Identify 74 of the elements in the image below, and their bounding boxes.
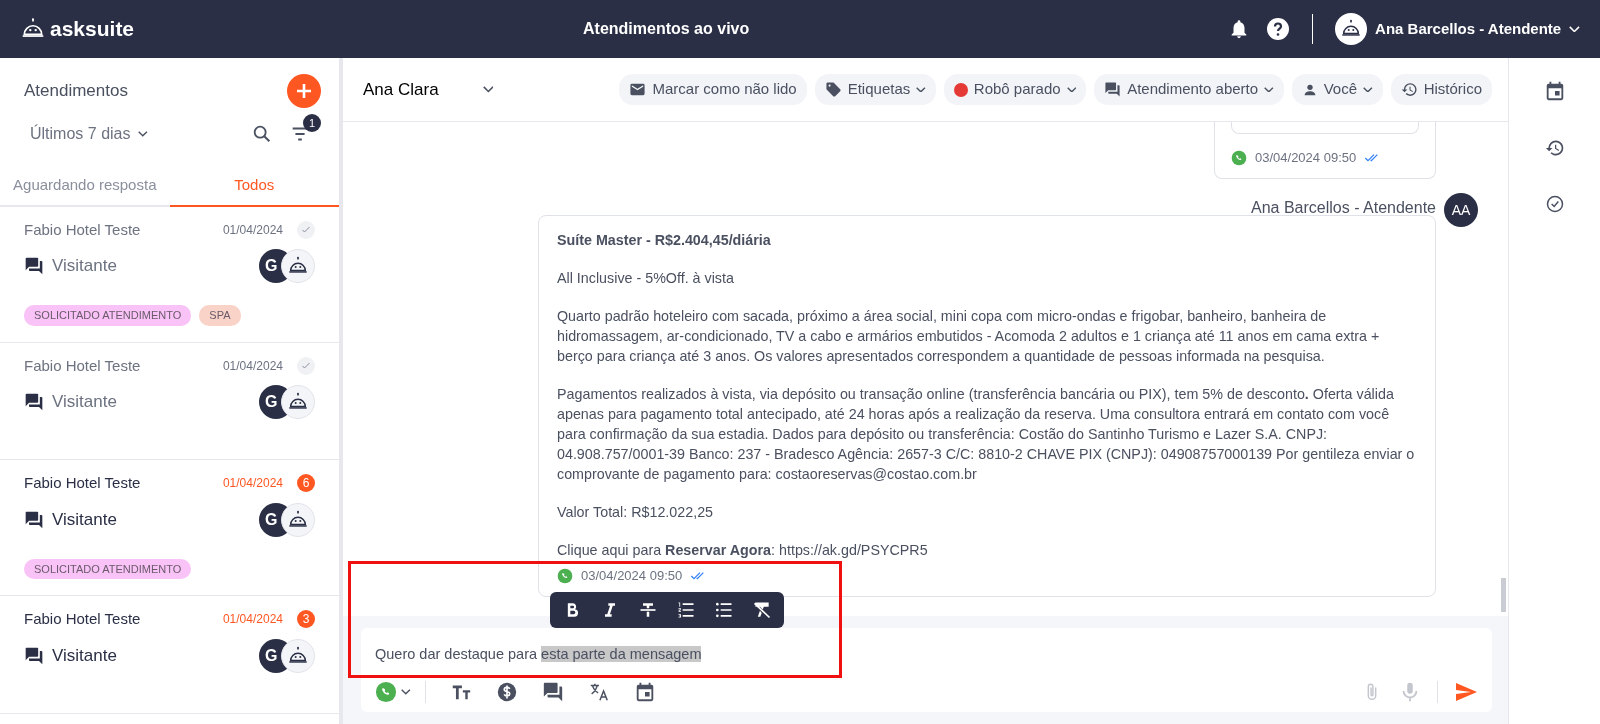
- chat-icon: [24, 509, 44, 530]
- filter-count-badge: 1: [303, 114, 321, 132]
- plus-icon: [296, 83, 312, 99]
- tag-icon: [824, 81, 842, 98]
- history-icon[interactable]: [1544, 138, 1565, 158]
- caret-icon: [482, 86, 494, 93]
- conversation-date: 01/04/2024: [222, 221, 283, 239]
- message-paragraph: Clique aqui para Reservar Agora: https://ak.gd/PSYCPR5: [557, 541, 929, 560]
- sidebar-title: Atendimentos: [24, 80, 128, 103]
- search-icon[interactable]: [251, 123, 273, 145]
- message-paragraph: Valor Total: R$12.022,25: [557, 503, 715, 522]
- channel-label: Visitante: [52, 644, 117, 667]
- contact-name: Fabio Hotel Teste: [24, 609, 142, 629]
- logo-text: asksuite: [50, 16, 135, 43]
- send-icon[interactable]: [1454, 680, 1478, 704]
- message-title: Suíte Master - R$2.404,45/diária: [557, 231, 772, 250]
- toolbar-action-button[interactable]: Etiquetas: [814, 74, 936, 105]
- unread-count-badge: 3: [297, 610, 315, 629]
- history-icon: [1400, 81, 1418, 98]
- contact-name: Fabio Hotel Teste: [24, 219, 142, 240]
- numbered-list-icon[interactable]: [676, 600, 696, 621]
- bot-avatar: [281, 385, 315, 419]
- mail-icon: [629, 81, 647, 98]
- channel-label: Visitante: [52, 255, 117, 278]
- toolbar-action-button[interactable]: Você: [1291, 74, 1383, 105]
- whatsapp-icon: [1231, 150, 1247, 166]
- chat-icon: [24, 645, 44, 666]
- message-time: 03/04/2024 09:50: [1255, 149, 1357, 167]
- quick-reply-icon[interactable]: [541, 681, 564, 703]
- message-paragraph: Quarto padrão hoteleiro com sacada, próximo a área social, mini copa com micro-ondas e frigobar, banheiro, banheira de hidromassagem, ar-condicionado, TV a cabo e armários embutidos - Acomoda 2 adultos e 1 criança até 11 anos em cama extra + berço para criança até 3 anos. Os valores apresentados correspondem a quantidade de pessoas informada na pesquisa.: [557, 307, 1381, 366]
- page-title: Atendimentos ao vivo: [583, 20, 750, 37]
- toolbar-action-button[interactable]: Marcar como não lido: [619, 74, 807, 105]
- conversation-tag: SOLICITADO ATENDIMENTO: [24, 305, 192, 326]
- chat-icon: [1104, 81, 1122, 98]
- bot-avatar: [281, 249, 315, 283]
- contact-name: Fabio Hotel Teste: [24, 473, 142, 493]
- read-check-icon: [297, 220, 315, 239]
- dollar-icon[interactable]: [495, 681, 518, 703]
- unread-count-badge: 6: [297, 474, 315, 493]
- message-paragraph: All Inclusive - 5%Off. à vista: [557, 269, 735, 288]
- toolbar-action-button[interactable]: Atendimento aberto: [1094, 74, 1284, 105]
- chat-icon: [24, 392, 44, 412]
- chat-icon: [24, 256, 44, 276]
- whatsapp-icon: [557, 568, 573, 584]
- new-conversation-button[interactable]: [287, 74, 321, 108]
- scrollbar-thumb[interactable]: [1501, 578, 1506, 613]
- conversation-date: 01/04/2024: [222, 475, 283, 493]
- caret-icon: [401, 689, 411, 695]
- whatsapp-icon: [375, 681, 397, 703]
- sender-avatar: AA: [1444, 193, 1478, 227]
- check-circle-icon[interactable]: [1544, 194, 1565, 214]
- user-menu[interactable]: Ana Barcellos - Atendente: [1335, 13, 1580, 45]
- conversation-tag: SOLICITADO ATENDIMENTO: [24, 558, 192, 579]
- period-dropdown[interactable]: Últimos 7 dias: [30, 122, 149, 146]
- message-paragraph: Pagamentos realizados à vista, via depósito ou transação online (transferência bancária ou PIX), tem 5% de desconto. Oferta válida apenas para pagamento total antecipado, até 24 horas após a realização da reserva. Uma consultora entrará em contato com você para confirmação da sua estadia. Dados para depósito ou transferência: Costão do Santinho Turismo e Lazer S.A. CNPJ: 04.908.757/0001-39 Banco: 237 - Bradesco Agência: 2657-3 C/C: 8810-2 CHAVE PIX (CNPJ): 04908757000139 Por gentileza enviar o comprovante de pagamento para: costaoreservas@costao.com.br: [557, 385, 1416, 484]
- sender-name: Ana Barcellos - Atendente: [1251, 198, 1436, 218]
- help-icon[interactable]: [1266, 17, 1291, 41]
- channel-label: Visitante: [52, 508, 117, 531]
- channel-label: Visitante: [52, 391, 117, 414]
- message-time: 03/04/2024 09:50: [581, 567, 683, 585]
- toolbar-action-button[interactable]: Histórico: [1390, 74, 1492, 105]
- read-check-icon: [297, 356, 315, 375]
- caret-icon: [1569, 25, 1580, 33]
- caret-icon: [138, 131, 149, 137]
- contact-dropdown[interactable]: Ana Clara: [363, 76, 494, 103]
- bot-avatar: [281, 502, 315, 537]
- conversation-date: 01/04/2024: [222, 357, 283, 375]
- conversation-tag: SPA: [199, 305, 241, 326]
- toolbar-action-button[interactable]: Robô parado: [943, 74, 1087, 105]
- bot-avatar: [281, 638, 315, 673]
- channel-selector[interactable]: [375, 681, 411, 703]
- contact-name: Fabio Hotel Teste: [24, 355, 142, 376]
- clear-format-icon[interactable]: [752, 600, 772, 621]
- conversation-date: 01/04/2024: [222, 611, 283, 629]
